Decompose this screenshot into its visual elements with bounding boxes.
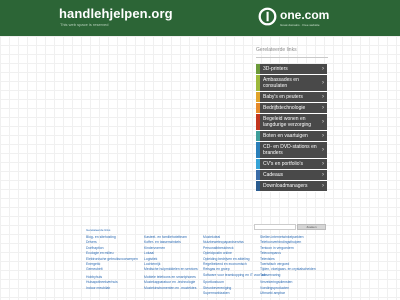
bottom-links-column: Blog- en sitehosting Drivers Dorfhaption Ec… <box>86 235 138 291</box>
bottom-links-heading: Gerelateerde links <box>86 228 111 232</box>
related-link-label: Downloadmanagers <box>263 183 308 189</box>
related-link-label: Begeleid wonen en langdurige verzorging <box>263 116 312 128</box>
related-link-label: Boten en vaartuigen <box>263 133 308 139</box>
related-link-item[interactable]: Bedrijfstechnologie › <box>256 103 327 114</box>
bottom-link[interactable]: Muziekapparatuur en -technologie <box>144 280 198 285</box>
search-button[interactable]: Zoeken <box>297 224 326 230</box>
chevron-right-icon: › <box>322 147 324 153</box>
chevron-right-icon: › <box>322 161 324 167</box>
related-link-body: Boten en vaartuigen › <box>260 131 327 141</box>
site-title[interactable]: handlehjelpen.org <box>59 6 173 21</box>
chevron-right-icon: › <box>322 172 324 178</box>
bottom-link[interactable]: Uitmarkt ampbar <box>260 291 316 296</box>
related-link-body: Baby's en peuters › <box>260 92 327 102</box>
related-links-divider <box>256 57 328 58</box>
chevron-right-icon: › <box>322 105 324 111</box>
related-link-label: CD- en DVD-stations en branders <box>263 144 317 156</box>
bottom-link[interactable]: Medische hulpmiddelen en services <box>144 267 198 272</box>
bottom-links-column: Stellen-internetwinkelparkten Telefoonver… <box>260 235 316 296</box>
bottom-link[interactable]: Software voor teamkopping en IT voor ark <box>203 273 266 278</box>
related-link-body: Downloadmanagers › <box>260 181 327 191</box>
chevron-right-icon: › <box>322 119 324 125</box>
related-link-body: Bedrijfstechnologie › <box>260 103 327 113</box>
related-link-label: Cadeaus <box>263 172 284 178</box>
site-subtitle: This web space is reserved <box>60 22 109 27</box>
onecom-logo[interactable]: one.com Great domains · Free website <box>258 6 338 30</box>
related-links-heading: Gerelateerde links <box>256 47 297 53</box>
bottom-links-column: Kasteel- en familiehotelteam Koffer- en t… <box>144 235 198 291</box>
bottom-link[interactable]: Muziekinstrumenten en -muziektes <box>144 286 198 291</box>
bottom-link[interactable]: Supermarktzaken <box>203 291 266 296</box>
related-link-label: Ambassades en consulaten <box>263 77 299 89</box>
site-header: handlehjelpen.org This web space is rese… <box>0 0 400 36</box>
related-link-body: Cadeaus › <box>260 170 327 180</box>
related-link-body: CD- en DVD-stations en branders › <box>260 142 327 158</box>
chevron-right-icon: › <box>322 66 324 72</box>
related-link-item[interactable]: 3D-printers › <box>256 64 327 75</box>
related-link-item[interactable]: Downloadmanagers › <box>256 181 327 192</box>
chevron-right-icon: › <box>322 183 324 189</box>
logo-tagline: Great domains · Free website <box>280 23 320 27</box>
chevron-right-icon: › <box>322 94 324 100</box>
related-link-label: 3D-printers <box>263 66 288 72</box>
related-link-body: CV's en portfolio's › <box>260 159 327 169</box>
related-links-list: 3D-printers › Ambassades en consulaten › Bab… <box>256 64 327 192</box>
related-link-item[interactable]: CV's en portfolio's › <box>256 159 327 170</box>
related-link-label: Baby's en peuters <box>263 94 303 100</box>
onecom-ring-icon <box>258 7 277 26</box>
chevron-right-icon: › <box>322 133 324 139</box>
related-link-label: Bedrijfstechnologie <box>263 105 306 111</box>
related-link-body: Ambassades en consulaten › <box>260 75 327 91</box>
related-link-item[interactable]: Ambassades en consulaten › <box>256 75 327 92</box>
related-link-item[interactable]: Boten en vaartuigen › <box>256 131 327 142</box>
related-link-item[interactable]: CD- en DVD-stations en branders › <box>256 142 327 159</box>
related-link-item[interactable]: Begeleid wonen en langdurige verzorging › <box>256 114 327 131</box>
related-link-body: 3D-printers › <box>260 64 327 74</box>
logo-text: one.com <box>280 8 330 22</box>
related-link-item[interactable]: Baby's en peuters › <box>256 92 327 103</box>
bottom-link[interactable]: Indoor meubilair <box>86 286 138 291</box>
bottom-links-column: Muziekdeal Nutzbewetecpapardserviss Person… <box>203 235 266 296</box>
chevron-right-icon: › <box>322 80 324 86</box>
related-link-label: CV's en portfolio's <box>263 161 303 167</box>
related-link-body: Begeleid wonen en langdurige verzorging › <box>260 114 327 130</box>
related-link-item[interactable]: Cadeaus › <box>256 170 327 181</box>
search-input[interactable] <box>254 224 296 230</box>
